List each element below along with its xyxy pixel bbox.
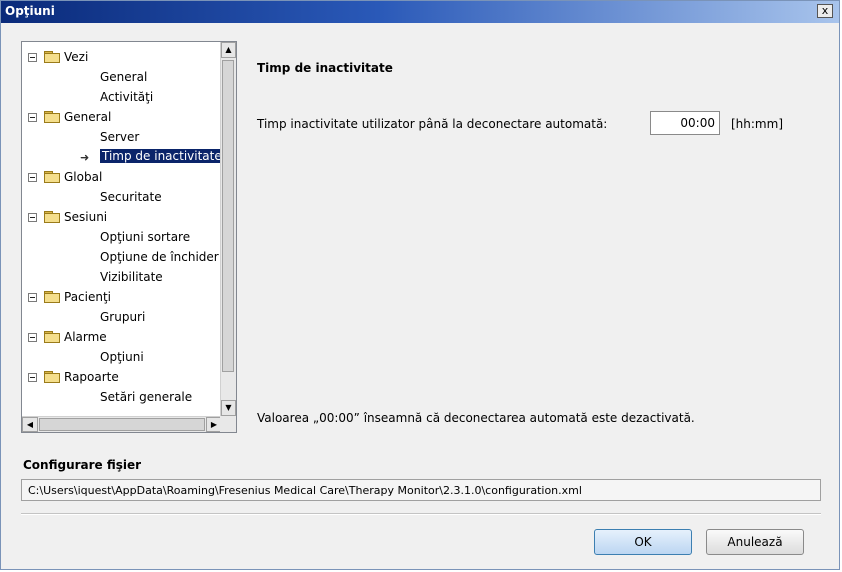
tree-item[interactable]: Opţiuni sortare: [22, 228, 222, 248]
folder-icon: [44, 291, 60, 303]
folder-icon: [44, 371, 60, 383]
tree-item[interactable]: Grupuri: [22, 308, 222, 328]
tree-item-label: Activităţi: [100, 90, 154, 104]
scroll-down-arrow-icon[interactable]: ▼: [221, 400, 236, 416]
tree-item-label: Server: [100, 130, 140, 144]
tree-item-label: Opţiuni: [100, 350, 144, 364]
tree-category[interactable]: Pacienţi: [22, 288, 222, 308]
tree-item[interactable]: Setări generale: [22, 388, 222, 408]
tree-item-label: Alarme: [64, 330, 107, 344]
tree-item-label: Securitate: [100, 190, 162, 204]
cancel-button[interactable]: Anulează: [706, 529, 804, 555]
tree-item-label: General: [64, 110, 112, 124]
folder-icon: [44, 111, 60, 123]
current-item-arrow-icon: ➜: [80, 151, 90, 164]
tree-item[interactable]: Activităţi: [22, 88, 222, 108]
dialog-title: Opţiuni: [5, 4, 55, 18]
collapse-toggle-icon[interactable]: [28, 213, 37, 222]
tree-item-label: Vizibilitate: [100, 270, 163, 284]
options-tree[interactable]: Vezi General Activităţi General Server ➜ Timp …: [21, 41, 237, 433]
collapse-toggle-icon[interactable]: [28, 293, 37, 302]
tree-item[interactable]: ➜ Timp de inactivitate: [22, 148, 222, 168]
tree-category[interactable]: General: [22, 108, 222, 128]
tree-item-label: Setări generale: [100, 390, 193, 404]
collapse-toggle-icon[interactable]: [28, 113, 37, 122]
tree-category[interactable]: Global: [22, 168, 222, 188]
tree-horizontal-scrollbar[interactable]: ◀ ▶: [22, 416, 222, 432]
tree-items: Vezi General Activităţi General Server ➜ Timp …: [22, 42, 222, 416]
config-file-path-field[interactable]: [21, 479, 821, 501]
tree-item-label: Pacienţi: [64, 290, 112, 304]
tree-item-label: Grupuri: [100, 310, 146, 324]
tree-item[interactable]: Opţiune de închider: [22, 248, 222, 268]
ok-button[interactable]: OK: [594, 529, 692, 555]
tree-item-label: Opţiune de închider: [100, 250, 219, 264]
folder-icon: [44, 331, 60, 343]
tree-item[interactable]: General: [22, 68, 222, 88]
page-title: Timp de inactivitate: [257, 61, 393, 75]
tree-vertical-scrollbar[interactable]: ▲ ▼: [220, 42, 236, 416]
tree-category[interactable]: Rapoarte: [22, 368, 222, 388]
time-unit-label: [hh:mm]: [731, 117, 783, 131]
scroll-up-arrow-icon[interactable]: ▲: [221, 42, 236, 58]
horizontal-scroll-thumb[interactable]: [39, 418, 205, 431]
scroll-left-arrow-icon[interactable]: ◀: [22, 417, 38, 432]
tree-item-label: Vezi: [64, 50, 89, 64]
folder-icon: [44, 51, 60, 63]
tree-item-label: Sesiuni: [64, 210, 108, 224]
tree-item-label: Global: [64, 170, 103, 184]
tree-item[interactable]: Securitate: [22, 188, 222, 208]
config-file-section-title: Configurare fişier: [23, 458, 142, 472]
collapse-toggle-icon[interactable]: [28, 53, 37, 62]
folder-icon: [44, 211, 60, 223]
close-button[interactable]: x: [817, 4, 833, 18]
tree-category[interactable]: Vezi: [22, 48, 222, 68]
tree-item-label: General: [100, 70, 148, 84]
title-bar[interactable]: Opţiuni x: [1, 1, 839, 23]
tree-item-label: Timp de inactivitate: [100, 149, 222, 163]
collapse-toggle-icon[interactable]: [28, 333, 37, 342]
vertical-scroll-thumb[interactable]: [222, 60, 234, 372]
tree-item[interactable]: Opţiuni: [22, 348, 222, 368]
tree-item[interactable]: Server: [22, 128, 222, 148]
inactivity-timeout-label: Timp inactivitate utilizator până la dec…: [257, 117, 608, 131]
tree-item-label: Rapoarte: [64, 370, 119, 384]
timeout-info-note: Valoarea „00:00” înseamnă că deconectare…: [257, 411, 695, 425]
options-dialog: Opţiuni x Vezi General Activităţi General Se…: [0, 0, 840, 570]
separator: [21, 513, 821, 515]
collapse-toggle-icon[interactable]: [28, 173, 37, 182]
folder-icon: [44, 171, 60, 183]
collapse-toggle-icon[interactable]: [28, 373, 37, 382]
tree-category[interactable]: Alarme: [22, 328, 222, 348]
inactivity-timeout-input[interactable]: [650, 111, 720, 135]
tree-item[interactable]: Vizibilitate: [22, 268, 222, 288]
tree-item-label: Opţiuni sortare: [100, 230, 191, 244]
scrollbar-corner: [220, 416, 236, 432]
tree-category[interactable]: Sesiuni: [22, 208, 222, 228]
